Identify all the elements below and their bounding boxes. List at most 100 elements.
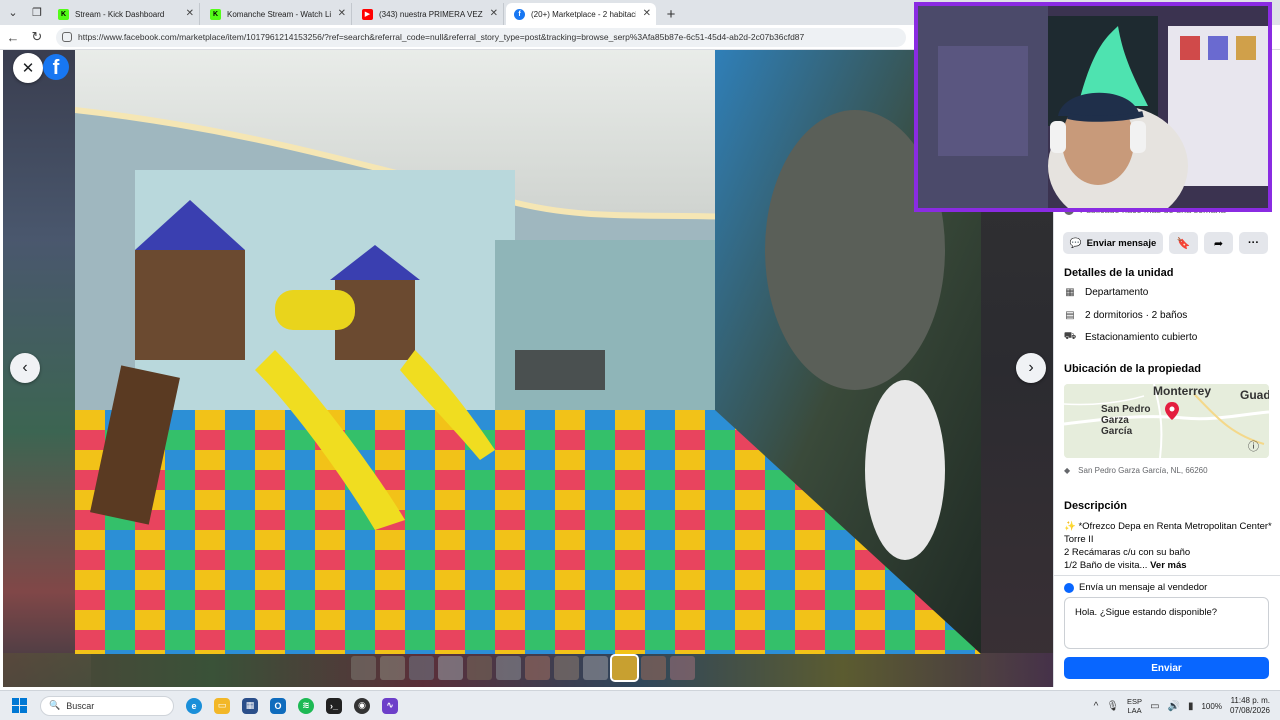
battery-icon[interactable]: ▮ bbox=[1188, 701, 1194, 712]
obs-icon[interactable]: ◉ bbox=[354, 697, 370, 714]
unit-row-rooms: ▤ 2 dormitorios · 2 baños bbox=[1065, 309, 1188, 321]
close-tab-icon[interactable]: ✕ bbox=[490, 8, 498, 19]
photo-thumbnail[interactable] bbox=[525, 656, 550, 680]
location-map[interactable]: Monterrey San Pedro Garza García Guad ⓘ bbox=[1064, 384, 1269, 458]
photo-thumbnail[interactable] bbox=[351, 656, 376, 680]
send-button[interactable]: Enviar bbox=[1064, 657, 1269, 679]
tab-komanche-stream[interactable]: K Komanche Stream - Watch Live on Kick ✕ bbox=[202, 3, 352, 25]
close-tab-icon[interactable]: ✕ bbox=[338, 8, 346, 19]
webcam-overlay bbox=[914, 2, 1272, 212]
chevron-right-icon: › bbox=[1028, 359, 1034, 376]
share-button[interactable]: ➦ bbox=[1204, 232, 1233, 254]
unit-row-parking: ⛟ Estacionamiento cubierto bbox=[1063, 330, 1198, 343]
unit-row-type: ▦ Departamento bbox=[1065, 286, 1149, 298]
close-tab-icon[interactable]: ✕ bbox=[643, 8, 651, 19]
photo-thumbnail[interactable] bbox=[409, 656, 434, 680]
playroom-photo bbox=[75, 50, 981, 654]
photo-viewer: ✕ f ‹ › bbox=[3, 50, 1053, 687]
photo-thumbnail[interactable] bbox=[610, 654, 639, 682]
description-text: ✨ *Ofrezco Depa en Renta Metropolitan Ce… bbox=[1064, 521, 1272, 571]
store-icon[interactable]: ▦ bbox=[242, 697, 258, 714]
battery-percent: 100% bbox=[1201, 701, 1222, 711]
chevron-up-icon[interactable]: ^ bbox=[1094, 701, 1099, 712]
more-options-button[interactable]: ··· bbox=[1239, 232, 1268, 254]
facebook-logo[interactable]: f bbox=[43, 54, 69, 80]
map-label-area: San Pedro Garza García bbox=[1101, 404, 1151, 437]
save-button[interactable]: 🔖 bbox=[1169, 232, 1198, 254]
edge-icon[interactable]: e bbox=[186, 697, 202, 714]
action-buttons: 💬 Enviar mensaje 🔖 ➦ ··· bbox=[1063, 232, 1268, 254]
photo-thumbnail[interactable] bbox=[670, 656, 695, 680]
seller-message-input[interactable] bbox=[1064, 597, 1269, 649]
tab-kick-dashboard[interactable]: K Stream - Kick Dashboard ✕ bbox=[50, 3, 200, 25]
photo-thumbnail[interactable] bbox=[554, 656, 579, 680]
url-field[interactable]: https://www.facebook.com/marketplace/ite… bbox=[56, 27, 906, 47]
microphone-icon[interactable]: 🎙 bbox=[1106, 701, 1119, 712]
screen: ⌄ ❐ K Stream - Kick Dashboard ✕ K Komanc… bbox=[0, 0, 1280, 720]
previous-photo-button[interactable]: ‹ bbox=[10, 353, 40, 383]
bookmark-icon: 🔖 bbox=[1176, 237, 1191, 250]
spotify-icon[interactable]: ≋ bbox=[298, 697, 314, 714]
search-icon: 🔍 bbox=[49, 700, 61, 710]
taskbar-search[interactable]: 🔍 Buscar bbox=[40, 695, 174, 716]
file-explorer-icon[interactable]: ▭ bbox=[214, 697, 230, 714]
terminal-icon[interactable]: ›_ bbox=[326, 697, 342, 714]
location-pin-icon: ◆ bbox=[1064, 466, 1071, 475]
building-icon: ▦ bbox=[1065, 286, 1075, 298]
photo-thumbnail[interactable] bbox=[380, 656, 405, 680]
site-info-icon[interactable] bbox=[62, 32, 72, 42]
photo-thumbnail[interactable] bbox=[496, 656, 521, 680]
location-text-row: ◆ San Pedro Garza García, NL, 66260 bbox=[1064, 466, 1208, 475]
close-tab-icon[interactable]: ✕ bbox=[186, 8, 194, 19]
reload-icon[interactable]: ↻ bbox=[26, 26, 48, 48]
clock[interactable]: 11:48 p. m. 07/08/2026 bbox=[1230, 696, 1270, 716]
description-heading: Descripción bbox=[1064, 500, 1127, 512]
outlook-icon[interactable]: O bbox=[270, 697, 286, 714]
unit-details-heading: Detalles de la unidad bbox=[1064, 267, 1174, 279]
rooms-icon: ▤ bbox=[1065, 309, 1075, 321]
see-more-link[interactable]: Ver más bbox=[1150, 560, 1186, 571]
new-tab-button[interactable]: + bbox=[660, 3, 682, 25]
map-label-city: Monterrey bbox=[1153, 384, 1212, 398]
pinned-apps: e ▭ ▦ O ≋ ›_ ◉ ∿ bbox=[186, 697, 398, 714]
tab-youtube[interactable]: ▶ (343) nuestra PRIMERA VEZ en MÉXICO ✕ bbox=[354, 3, 504, 25]
tab-marketplace[interactable]: f (20+) Marketplace - 2 habitaciones ✕ bbox=[506, 3, 656, 25]
messenger-icon: 💬 bbox=[1069, 237, 1082, 249]
more-icon: ··· bbox=[1248, 237, 1259, 249]
listing-photo bbox=[75, 50, 981, 654]
language-indicator[interactable]: ESP LAA bbox=[1127, 697, 1142, 715]
photo-thumbnail[interactable] bbox=[641, 656, 666, 680]
photo-thumbnail[interactable] bbox=[438, 656, 463, 680]
tab-list-button[interactable]: ⌄ bbox=[2, 1, 24, 23]
share-icon: ➦ bbox=[1213, 237, 1224, 250]
waveform-app-icon[interactable]: ∿ bbox=[382, 697, 398, 714]
close-viewer-button[interactable]: ✕ bbox=[13, 53, 43, 83]
map-info-icon[interactable]: ⓘ bbox=[1248, 438, 1259, 454]
map-label-edge: Guad bbox=[1240, 388, 1269, 402]
volume-icon[interactable]: 🔊 bbox=[1168, 701, 1180, 712]
network-icon[interactable]: ▭ bbox=[1150, 701, 1159, 712]
url-text: https://www.facebook.com/marketplace/ite… bbox=[78, 32, 805, 42]
youtube-icon: ▶ bbox=[362, 8, 373, 20]
facebook-icon: f bbox=[514, 8, 525, 20]
car-icon: ⛟ bbox=[1063, 330, 1077, 342]
close-icon: ✕ bbox=[21, 60, 35, 77]
send-message-button[interactable]: 💬 Enviar mensaje bbox=[1063, 232, 1163, 254]
workspaces-icon[interactable]: ❐ bbox=[26, 1, 48, 23]
photo-thumbnail[interactable] bbox=[583, 656, 608, 680]
system-tray: ^ 🎙 ESP LAA ▭ 🔊 ▮ 100% 11:48 p. m. 07/08… bbox=[1094, 691, 1280, 720]
kick-icon: K bbox=[58, 8, 69, 20]
back-arrow-icon[interactable]: ← bbox=[2, 26, 24, 48]
send-message-header: Envía un mensaje al vendedor bbox=[1064, 582, 1207, 593]
next-photo-button[interactable]: › bbox=[1016, 353, 1046, 383]
thumbnail-strip bbox=[351, 654, 695, 682]
kick-icon: K bbox=[210, 8, 221, 20]
messenger-icon bbox=[1064, 582, 1074, 593]
chevron-left-icon: ‹ bbox=[22, 359, 28, 376]
location-heading: Ubicación de la propiedad bbox=[1064, 363, 1201, 375]
divider bbox=[1054, 575, 1280, 576]
photo-thumbnail[interactable] bbox=[467, 656, 492, 680]
windows-start-icon[interactable] bbox=[12, 697, 28, 714]
taskbar: 🔍 Buscar e ▭ ▦ O ≋ ›_ ◉ ∿ ^ 🎙 ESP LAA ▭ … bbox=[0, 690, 1280, 720]
webcam-video bbox=[918, 6, 1268, 208]
